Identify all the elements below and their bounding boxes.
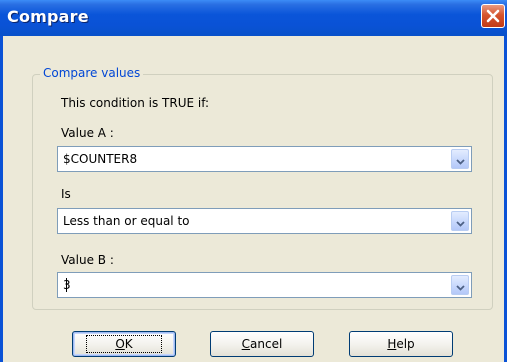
chevron-down-icon — [455, 276, 465, 295]
value-a-dropdown-button[interactable] — [451, 149, 469, 169]
value-a-combo[interactable]: $COUNTER8 — [57, 146, 472, 172]
help-accel: H — [387, 337, 397, 351]
chevron-down-icon — [455, 212, 465, 231]
ok-button[interactable]: OK — [72, 331, 176, 357]
value-a-value: $COUNTER8 — [63, 152, 138, 166]
is-combo[interactable]: Less than or equal to — [57, 208, 472, 234]
ok-accel: O — [115, 337, 125, 351]
cancel-accel: C — [241, 337, 251, 351]
title-bar[interactable]: Compare — [0, 0, 507, 36]
compare-dialog: Compare Compare values This condition is… — [0, 0, 507, 362]
condition-text: This condition is TRUE if: — [61, 96, 210, 110]
cancel-button[interactable]: Cancel — [210, 331, 314, 357]
window-title: Compare — [7, 7, 89, 26]
ok-label: K — [124, 337, 133, 351]
help-button[interactable]: Help — [349, 331, 453, 357]
chevron-down-icon — [455, 150, 465, 169]
close-icon — [486, 9, 500, 23]
value-a-label: Value A : — [61, 126, 114, 140]
is-label: Is — [61, 187, 71, 201]
is-dropdown-button[interactable] — [451, 211, 469, 231]
group-legend: Compare values — [40, 66, 144, 80]
value-b-combo[interactable]: 3 — [57, 272, 472, 298]
help-label: elp — [396, 337, 415, 351]
close-button[interactable] — [481, 4, 505, 28]
cancel-label: ancel — [250, 337, 283, 351]
text-caret — [66, 278, 67, 292]
ok-focus-ring: OK — [86, 335, 162, 353]
value-b-dropdown-button[interactable] — [451, 275, 469, 295]
is-value: Less than or equal to — [63, 214, 190, 228]
value-b-label: Value B : — [61, 253, 114, 267]
